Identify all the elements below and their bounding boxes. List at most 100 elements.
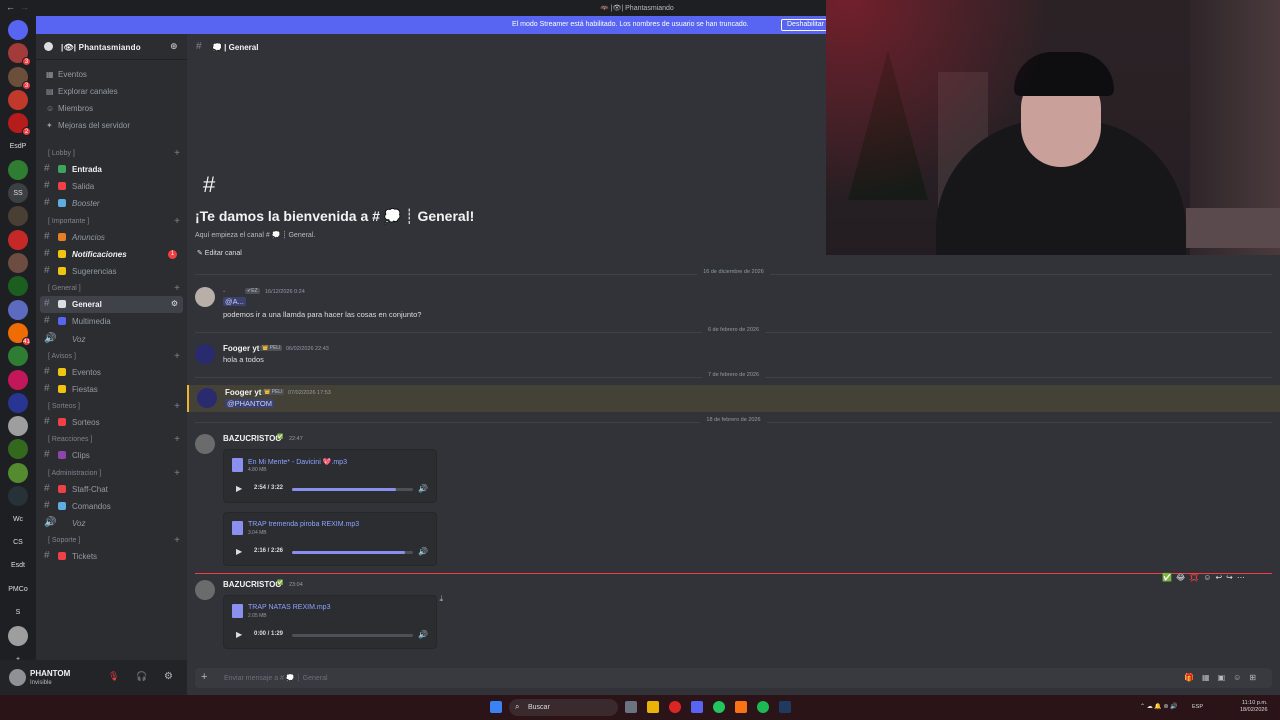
audio-progress[interactable] [292, 634, 413, 637]
nav-explorar-canales[interactable]: ▤ Explorar canales [44, 84, 180, 100]
user-mention[interactable]: @PHANTOM [225, 399, 274, 408]
message[interactable]: Fooger yt 👑 PELI 06/02/2026 22:43 hola a… [187, 342, 1280, 366]
user-mention[interactable]: @A... [223, 297, 246, 306]
edit-channel-button[interactable]: ✎ Editar canal [197, 249, 242, 257]
message[interactable]: BAZUCRISTOO ✅ 22:47 En Mi Mente* - Davic… [187, 432, 1280, 566]
create-channel-icon[interactable]: + [174, 468, 180, 479]
server-icon[interactable] [8, 625, 28, 646]
language-indicator[interactable]: ESP [1192, 704, 1203, 710]
server-icon[interactable] [8, 346, 28, 367]
server-icon[interactable]: 41 [8, 322, 31, 346]
create-channel-icon[interactable]: + [174, 216, 180, 227]
audio-progress[interactable] [292, 488, 413, 491]
play-icon[interactable]: ▶ [236, 547, 242, 556]
system-tray-icons[interactable]: ⌃ ☁ 🔔 ⊚ 🔊 [1140, 703, 1178, 710]
server-icon[interactable]: Esdt [8, 555, 28, 576]
spotify-icon[interactable] [757, 701, 769, 713]
server-icon[interactable]: S [8, 602, 28, 623]
volume-icon[interactable]: 🔊 [418, 547, 428, 556]
channel-settings-icon[interactable]: ⚙ [171, 299, 178, 308]
server-icon[interactable] [8, 462, 28, 483]
create-channel-icon[interactable]: + [174, 283, 180, 294]
channel-entrada[interactable]: # Entrada [40, 161, 183, 178]
channel-category[interactable]: [ General ] + [44, 283, 180, 295]
nav-eventos[interactable]: ▦ Eventos [44, 67, 180, 83]
channel-general[interactable]: # General ⚙ [40, 296, 183, 314]
app-icon[interactable] [669, 701, 681, 713]
server-icon[interactable]: EsdP [8, 136, 28, 157]
channel-eventos[interactable]: # Eventos [40, 364, 183, 381]
channel-salida[interactable]: # Salida [40, 178, 183, 195]
create-channel-icon[interactable]: + [174, 351, 180, 362]
discord-icon[interactable] [691, 701, 703, 713]
message-author[interactable]: Fooger yt [223, 344, 259, 353]
channel-sorteos[interactable]: # Sorteos [40, 414, 183, 431]
create-channel-icon[interactable]: + [174, 148, 180, 159]
volume-icon[interactable]: 🔊 [418, 630, 428, 639]
server-icon[interactable]: 3 [8, 43, 31, 67]
server-icon[interactable] [8, 369, 28, 390]
server-icon[interactable] [8, 89, 28, 110]
server-icon[interactable]: CS [8, 532, 28, 553]
server-icon[interactable]: Wc [8, 509, 28, 530]
channel-category[interactable]: [ Soporte ] + [44, 535, 180, 547]
server-icon[interactable] [8, 20, 28, 40]
message-composer[interactable]: + Enviar mensaje a # 💭 ┊ General 🎁▦▣☺⊞ [195, 668, 1272, 688]
volume-icon[interactable]: 🔊 [418, 484, 428, 493]
avatar[interactable] [195, 580, 215, 600]
attachment-filename[interactable]: En Mi Mente* - Davicini 💖.mp3 [248, 458, 347, 466]
avatar[interactable] [195, 434, 215, 454]
server-icon[interactable]: 3 [8, 66, 31, 90]
steam-icon[interactable] [779, 701, 791, 713]
message-author[interactable]: BAZUCRISTOO [223, 434, 282, 443]
system-clock[interactable]: 11:10 p.m. 18/02/2026 [1240, 700, 1268, 714]
play-icon[interactable]: ▶ [236, 630, 242, 639]
chrome-icon[interactable] [713, 701, 725, 713]
avatar[interactable] [9, 669, 26, 686]
channel-staff-chat[interactable]: # Staff-Chat [40, 481, 183, 498]
channel-multimedia[interactable]: # Multimedia [40, 313, 183, 330]
server-icon[interactable] [8, 439, 28, 460]
audio-progress[interactable] [292, 551, 413, 554]
channel-category[interactable]: [ Sorteos ] + [44, 401, 180, 413]
message-author[interactable]: Fooger yt [225, 388, 261, 397]
composer-tool-icons[interactable]: 🎁▦▣☺⊞ [1184, 673, 1264, 682]
file-explorer-icon[interactable] [647, 701, 659, 713]
mute-mic-icon[interactable]: 🎙 [108, 671, 119, 682]
attachment-filename[interactable]: TRAP NATAS REXIM.mp3 [248, 604, 330, 611]
channel-category[interactable]: [ Lobby ] + [44, 148, 180, 160]
create-channel-icon[interactable]: + [174, 434, 180, 445]
message[interactable]: BAZUCRISTOO ✅ 23:04 TRAP NATAS REXIM.mp3… [187, 578, 1280, 654]
taskbar-search[interactable]: ⌕ Buscar [509, 699, 618, 716]
gear-icon[interactable]: ⚙ [164, 671, 173, 682]
nav-miembros[interactable]: ☺ Miembros [44, 101, 180, 117]
create-channel-icon[interactable]: + [174, 535, 180, 546]
server-icon[interactable] [8, 229, 28, 250]
create-channel-icon[interactable]: + [174, 401, 180, 412]
server-icon[interactable] [8, 416, 28, 437]
avatar[interactable] [195, 344, 215, 364]
channel-fiestas[interactable]: # Fiestas [40, 381, 183, 398]
back-arrow-icon[interactable]: ← [6, 2, 15, 12]
channel-clips[interactable]: # Clips [40, 447, 183, 464]
guild-header[interactable]: |👁| Phantasmiando ⊕ [36, 34, 187, 60]
channel-voz[interactable]: 🔊 Voz [40, 515, 183, 532]
message-highlighted[interactable]: Fooger yt 👑 PELI 07/02/2026 17:53 @PHANT… [187, 385, 1280, 412]
channel-category[interactable]: [ Importante ] + [44, 216, 180, 228]
headphones-icon[interactable]: 🎧 [136, 671, 147, 682]
channel-tickets[interactable]: # Tickets [40, 548, 183, 565]
channel-notificaciones[interactable]: # Notificaciones 1 [40, 246, 183, 263]
channel-voz[interactable]: 🔊 Voz [40, 331, 183, 348]
message-input[interactable]: Enviar mensaje a # 💭 ┊ General [224, 674, 328, 682]
server-icon[interactable] [8, 206, 28, 227]
task-view-icon[interactable] [625, 701, 637, 713]
channel-category[interactable]: [ Reacciones ] + [44, 434, 180, 446]
invite-people-icon[interactable]: ⊕ [170, 41, 178, 52]
brave-icon[interactable] [735, 701, 747, 713]
server-icon[interactable] [8, 392, 28, 413]
nav-mejoras-del-servidor[interactable]: ✦ Mejoras del servidor [44, 118, 180, 134]
message-author[interactable]: BAZUCRISTOO [223, 580, 282, 589]
server-icon[interactable] [8, 299, 28, 320]
server-icon[interactable] [8, 276, 28, 297]
avatar[interactable] [195, 287, 215, 307]
